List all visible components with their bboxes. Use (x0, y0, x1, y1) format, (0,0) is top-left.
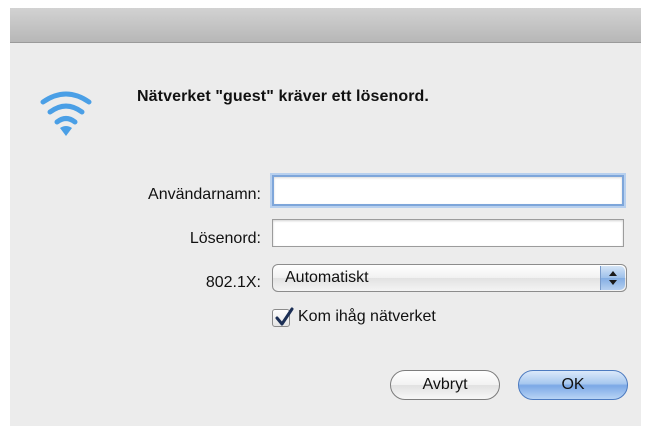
wifi-icon (40, 84, 92, 148)
username-label: Användarnamn: (148, 186, 261, 203)
remember-network-label[interactable]: Kom ihåg nätverket (298, 308, 436, 326)
ok-button[interactable]: OK (518, 370, 628, 400)
password-label: Lösenord: (189, 230, 261, 247)
cancel-button[interactable]: Avbryt (390, 370, 500, 400)
dialog-message: Nätverket "guest" kräver ett lösenord. (137, 88, 429, 105)
checkmark-icon (275, 307, 294, 326)
title-bar[interactable] (10, 8, 641, 43)
password-field[interactable] (272, 219, 624, 247)
up-down-arrows-icon (600, 266, 625, 290)
dot1x-selected-value: Automatiskt (285, 269, 369, 286)
network-password-dialog: Nätverket "guest" kräver ett lösenord. A… (10, 8, 641, 426)
dot1x-label: 802.1X: (205, 274, 261, 291)
dot1x-select[interactable]: Automatiskt (272, 264, 627, 292)
username-field[interactable] (272, 175, 624, 206)
remember-network-checkbox[interactable] (272, 307, 294, 327)
